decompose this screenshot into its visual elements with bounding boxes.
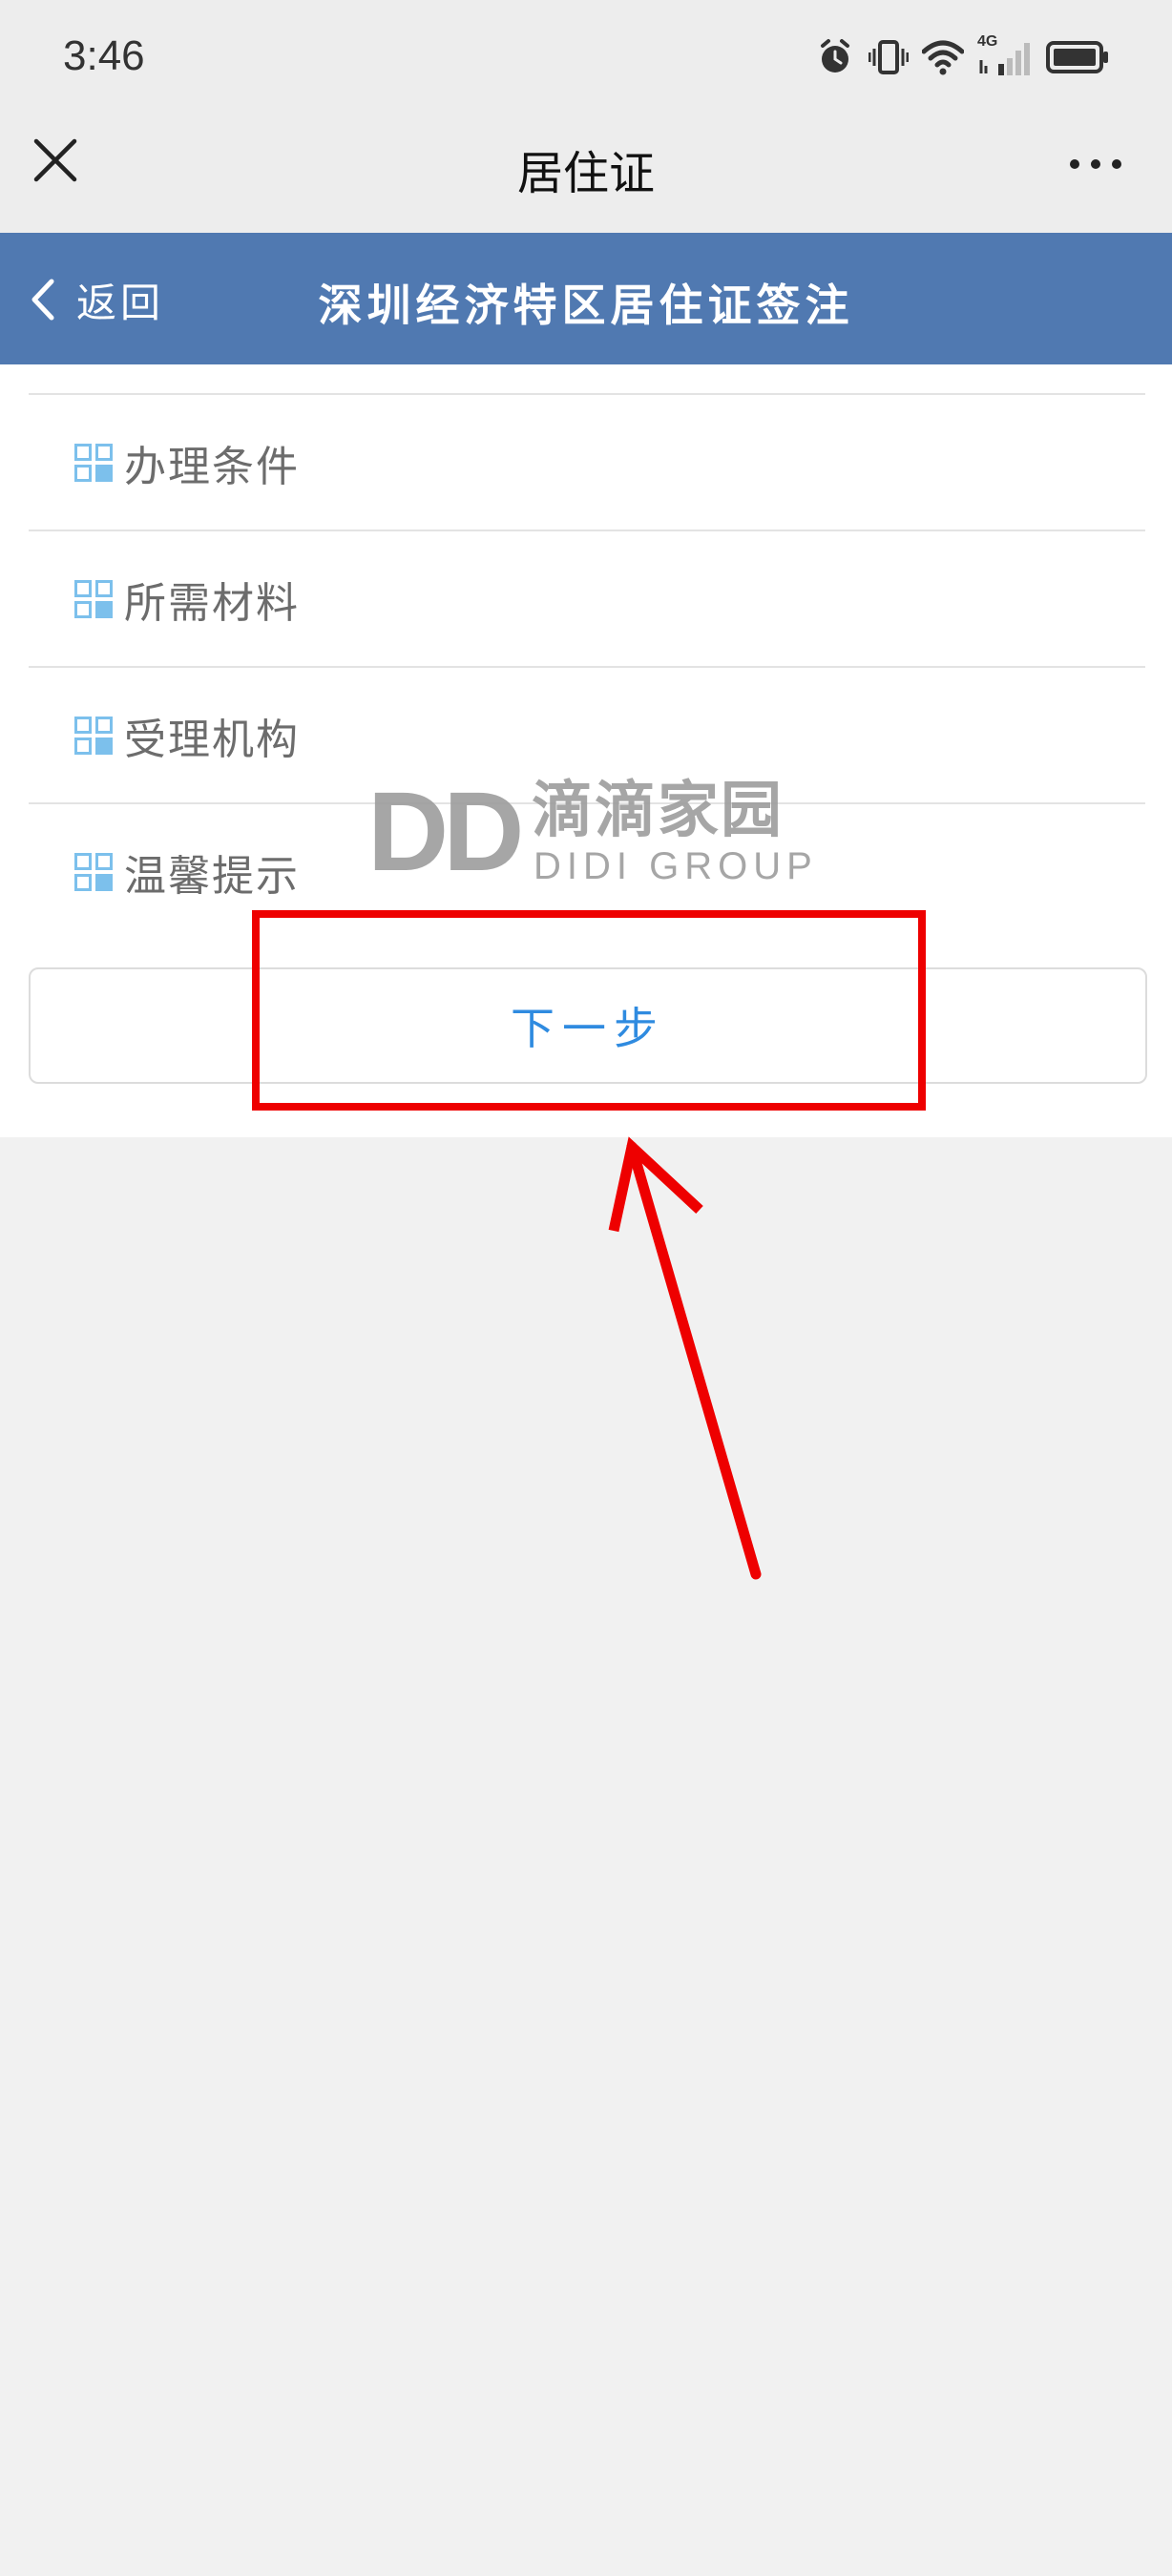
- divider: [29, 530, 1145, 531]
- divider: [29, 393, 1145, 395]
- close-button[interactable]: [29, 134, 82, 187]
- menu-item-label: 受理机构: [124, 716, 300, 764]
- alarm-icon: [821, 39, 849, 73]
- divider: [29, 802, 1145, 804]
- menu-item-label: 温馨提示: [124, 852, 300, 901]
- more-button[interactable]: [1067, 143, 1124, 185]
- grid-icon: [74, 444, 113, 482]
- status-time: 3:46: [63, 32, 145, 79]
- menu-item-label: 办理条件: [124, 443, 300, 491]
- grid-icon: [74, 717, 113, 755]
- divider: [29, 666, 1145, 668]
- close-icon: [33, 138, 77, 182]
- menu-item-label: 所需材料: [124, 579, 300, 628]
- title-bar: [0, 114, 1172, 233]
- grid-icon: [74, 853, 113, 891]
- status-bar: 3:46 4G: [0, 0, 1172, 114]
- vibrate-icon: [869, 40, 909, 74]
- grid-icon: [74, 580, 113, 618]
- menu-item-tips[interactable]: 温馨提示: [29, 805, 1145, 939]
- wifi-icon: [922, 40, 964, 75]
- status-icons: 4G: [815, 33, 1109, 78]
- cellular-signal-icon: 4G: [977, 33, 1033, 77]
- next-step-button[interactable]: 下一步: [29, 967, 1147, 1084]
- battery-icon: [1046, 41, 1108, 73]
- menu-item-materials[interactable]: 所需材料: [29, 532, 1145, 666]
- header-title: 深圳经济特区居住证签注: [318, 280, 854, 331]
- more-dots-icon: [1070, 159, 1121, 169]
- menu-item-agency[interactable]: 受理机构: [29, 669, 1145, 802]
- menu-item-conditions[interactable]: 办理条件: [29, 396, 1145, 530]
